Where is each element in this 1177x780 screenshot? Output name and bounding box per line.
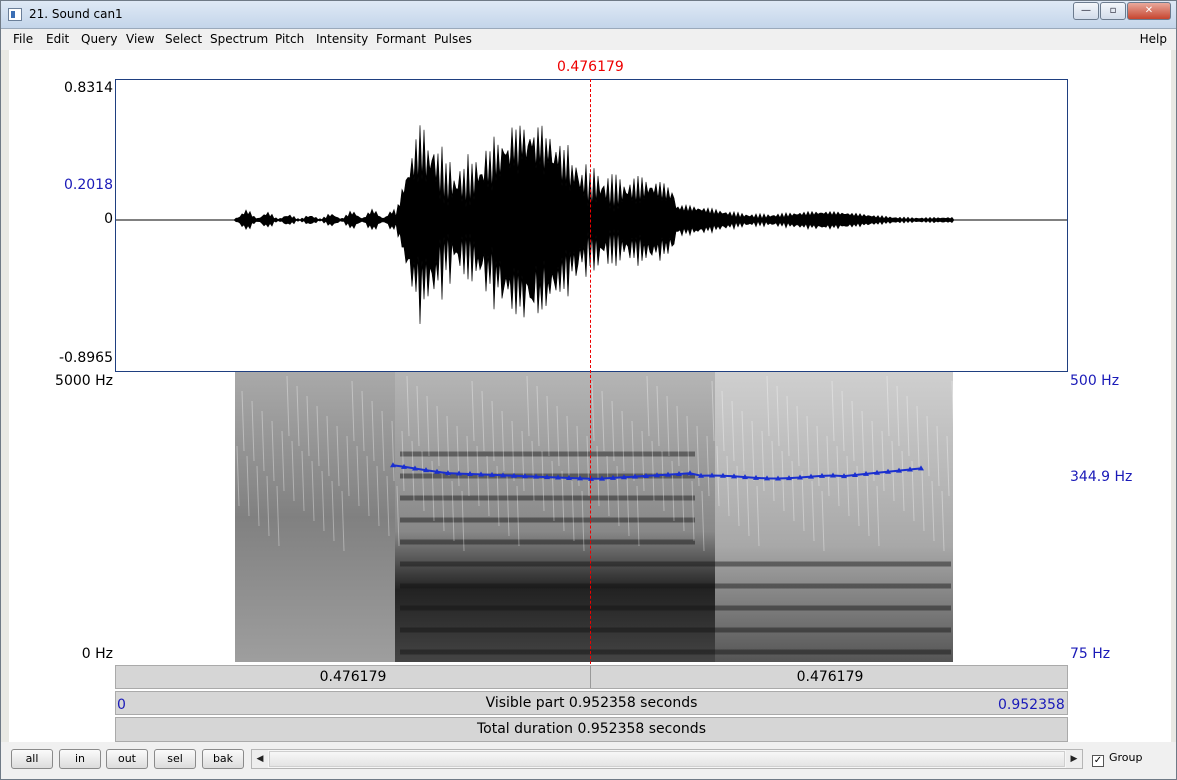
visible-part-button[interactable]: Visible part 0.952358 seconds — [116, 692, 1067, 714]
spectrogram-min-freq: 0 Hz — [81, 646, 113, 662]
menu-intensity[interactable]: Intensity — [316, 32, 368, 46]
menu-formant[interactable]: Formant — [376, 32, 426, 46]
close-button[interactable]: ✕ — [1127, 2, 1171, 20]
pitch-cursor-value: 344.9 Hz — [1070, 469, 1133, 485]
app-icon — [8, 8, 22, 21]
zoom-back-button[interactable]: bak — [202, 749, 244, 769]
waveform-cursor-value: 0.2018 — [64, 177, 113, 193]
window-title: 21. Sound can1 — [29, 7, 123, 21]
visible-start-time: 0 — [117, 697, 126, 713]
menu-edit[interactable]: Edit — [46, 32, 69, 46]
cursor-time-label: 0.476179 — [557, 59, 624, 75]
menu-select[interactable]: Select — [165, 32, 202, 46]
pitch-min-label: 75 Hz — [1070, 646, 1111, 662]
spectrogram-graphic — [235, 372, 955, 662]
group-checkbox[interactable]: ✓ — [1092, 755, 1104, 767]
zoom-selection-button[interactable]: sel — [154, 749, 196, 769]
time-scrollbar[interactable]: ◀ ▶ — [251, 749, 1083, 769]
menu-pulses[interactable]: Pulses — [434, 32, 472, 46]
menu-bar: File Edit Query View Select Spectrum Pit… — [1, 29, 1176, 50]
cursor-line[interactable] — [590, 79, 591, 664]
visible-end-time: 0.952358 — [998, 697, 1065, 713]
group-toggle[interactable]: ✓ Group — [1092, 751, 1143, 767]
menu-pitch[interactable]: Pitch — [275, 32, 304, 46]
waveform-graphic — [116, 125, 1067, 325]
pitch-max-label: 500 Hz — [1070, 373, 1120, 389]
left-segment-button[interactable]: 0.476179 — [116, 666, 591, 688]
total-duration-bar: Total duration 0.952358 seconds — [115, 717, 1068, 742]
waveform-max-label: 0.8314 — [64, 80, 113, 96]
waveform-min-label: -0.8965 — [58, 350, 113, 366]
menu-help[interactable]: Help — [1140, 32, 1167, 46]
menu-file[interactable]: File — [13, 32, 33, 46]
cursor-segment-bar: 0.476179 0.476179 — [115, 665, 1068, 689]
bottom-toolbar: all in out sel bak ◀ ▶ ✓ Group — [1, 742, 1176, 779]
sound-editor-window: 21. Sound can1 — ▫ ✕ File Edit Query Vie… — [0, 0, 1177, 780]
scroll-left-icon[interactable]: ◀ — [252, 750, 268, 768]
menu-spectrum[interactable]: Spectrum — [210, 32, 268, 46]
right-segment-button[interactable]: 0.476179 — [592, 666, 1068, 688]
minimize-button[interactable]: — — [1073, 2, 1099, 20]
waveform-zero-label: 0 — [104, 211, 113, 227]
menu-view[interactable]: View — [126, 32, 154, 46]
zoom-in-button[interactable]: in — [59, 749, 101, 769]
total-duration-button[interactable]: Total duration 0.952358 seconds — [116, 718, 1067, 741]
spectrogram-panel[interactable] — [115, 372, 1068, 664]
zoom-out-button[interactable]: out — [106, 749, 148, 769]
scroll-right-icon[interactable]: ▶ — [1066, 750, 1082, 768]
visible-part-bar: Visible part 0.952358 seconds — [115, 691, 1068, 715]
title-bar: 21. Sound can1 — ▫ ✕ — [1, 1, 1176, 29]
maximize-button[interactable]: ▫ — [1100, 2, 1126, 20]
scrollbar-thumb[interactable] — [269, 751, 1065, 767]
spectrogram-max-freq: 5000 Hz — [55, 373, 113, 389]
waveform-panel[interactable] — [115, 79, 1068, 372]
menu-query[interactable]: Query — [81, 32, 117, 46]
group-label: Group — [1109, 751, 1143, 764]
zoom-all-button[interactable]: all — [11, 749, 53, 769]
